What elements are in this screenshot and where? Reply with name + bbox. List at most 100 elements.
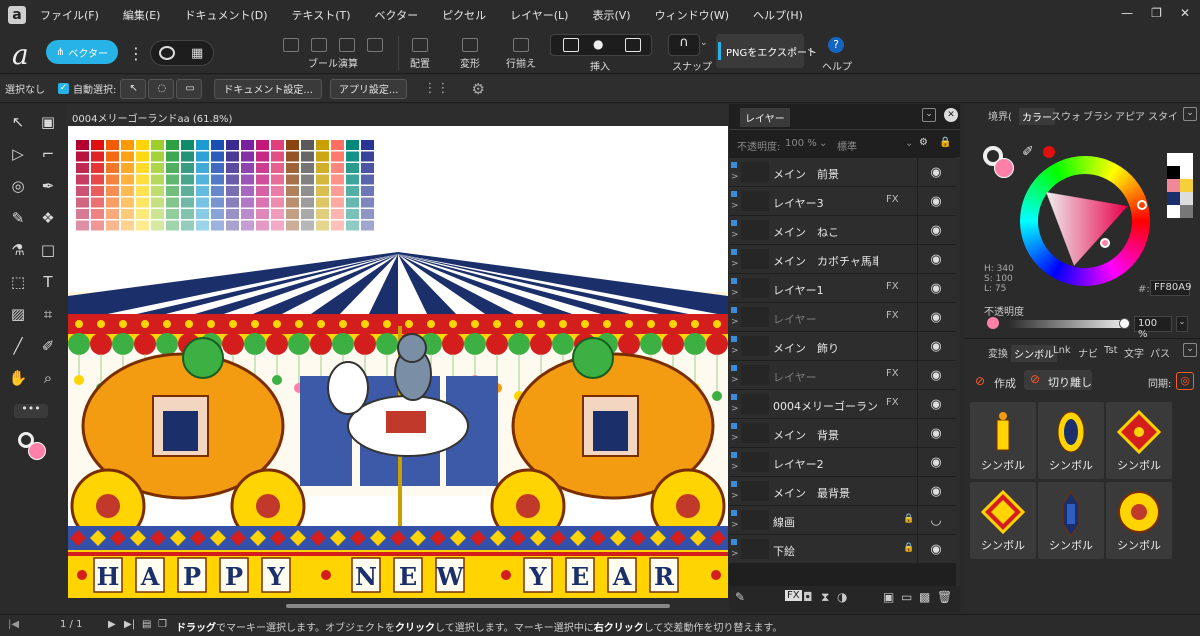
menu-file[interactable]: ファイル(F) bbox=[40, 7, 99, 23]
layer-opacity-dropdown-icon[interactable]: ⌄ bbox=[819, 138, 827, 149]
tab-text[interactable]: 文字 bbox=[1124, 345, 1144, 360]
visibility-eye-icon[interactable]: ◉ bbox=[917, 477, 954, 506]
symbol-item[interactable]: シンボル bbox=[1038, 402, 1104, 479]
tab-brushes[interactable]: ブラシ bbox=[1083, 108, 1113, 123]
pen-tool-icon[interactable]: ✒ bbox=[38, 176, 58, 196]
crop-tool-icon[interactable]: ⌗ bbox=[38, 304, 58, 324]
last-page-icon[interactable]: ▶| bbox=[124, 619, 135, 630]
layer-row[interactable]: > メイン 前景 ◉ bbox=[729, 158, 956, 187]
layers-scrollbar[interactable] bbox=[956, 157, 960, 587]
point-transform-icon[interactable]: ◎ bbox=[8, 176, 28, 196]
layer-row[interactable]: > レイヤー FX ◉ bbox=[729, 303, 956, 332]
menu-view[interactable]: 表示(V) bbox=[592, 7, 630, 23]
visibility-eye-icon[interactable]: ◉ bbox=[917, 303, 954, 332]
document-settings-button[interactable]: ドキュメント設定... bbox=[214, 78, 322, 99]
layer-row[interactable]: > メイン 最背景 ◉ bbox=[729, 477, 956, 506]
fill-color-swatch[interactable] bbox=[28, 442, 46, 460]
minimize-button[interactable]: — bbox=[1121, 6, 1133, 20]
swatch[interactable] bbox=[1167, 166, 1180, 179]
tab-layers[interactable]: レイヤー bbox=[740, 108, 790, 127]
hourglass-icon[interactable]: ⧗ bbox=[821, 590, 829, 605]
menu-text[interactable]: テキスト(T) bbox=[292, 7, 351, 23]
opacity-dropdown-icon[interactable]: ⌄ bbox=[1176, 316, 1188, 332]
corner-tool-icon[interactable]: ⌐ bbox=[38, 144, 58, 164]
move-tool-icon[interactable]: ↖ bbox=[8, 112, 28, 132]
menu-edit[interactable]: 編集(E) bbox=[123, 7, 161, 23]
menu-layer[interactable]: レイヤー(L) bbox=[510, 7, 568, 23]
sync-toggle-icon[interactable]: ◎ bbox=[1176, 372, 1194, 390]
saturation-marker[interactable] bbox=[1100, 238, 1110, 248]
layers-collapse-icon[interactable]: ⌄ bbox=[922, 108, 936, 122]
layer-fx-badge[interactable]: FX bbox=[886, 310, 899, 321]
export-persona-icon[interactable]: ▦ bbox=[191, 46, 203, 61]
blend-mode-select[interactable]: 標準 bbox=[837, 138, 857, 153]
artboard-tool-icon[interactable]: ▣ bbox=[38, 112, 58, 132]
menu-pixel[interactable]: ピクセル bbox=[442, 7, 486, 23]
pages-panel-icon[interactable]: ❐ bbox=[158, 619, 167, 630]
expand-chevron-icon[interactable]: > bbox=[731, 346, 739, 356]
layer-opacity-value[interactable]: 100 % bbox=[785, 138, 817, 149]
swatch[interactable] bbox=[1167, 153, 1180, 166]
visibility-eye-icon[interactable]: ◉ bbox=[917, 390, 954, 419]
export-png-button[interactable]: PNGをエクスポート bbox=[716, 34, 817, 68]
persona-logo-icon[interactable]: a bbox=[12, 38, 29, 71]
trash-icon[interactable]: 🗑 bbox=[937, 590, 952, 604]
insert-top-icon[interactable]: ● bbox=[593, 37, 603, 51]
lock-icon[interactable]: 🔒 bbox=[939, 137, 951, 148]
select-mode-artboard-icon[interactable]: ▭ bbox=[176, 78, 203, 99]
fx-button[interactable]: FX bbox=[785, 590, 802, 601]
layer-row[interactable]: >0004メリーゴーランドa... FX ◉ bbox=[729, 390, 956, 419]
tab-boundary[interactable]: 境界( bbox=[988, 108, 1012, 123]
visibility-eye-icon[interactable]: ◉ bbox=[917, 535, 954, 564]
boolean-ops-button[interactable]: ブール演算 bbox=[283, 38, 383, 70]
visibility-eye-icon[interactable]: ◉ bbox=[917, 216, 954, 245]
tab-paths[interactable]: パス bbox=[1150, 345, 1170, 360]
symbol-item[interactable]: シンボル bbox=[970, 402, 1036, 479]
layer-settings-icon[interactable]: ⚙ bbox=[919, 137, 928, 148]
tab-navigator[interactable]: ナビ bbox=[1078, 345, 1098, 360]
first-page-icon[interactable]: |◀ bbox=[8, 619, 19, 630]
gradient-tool-icon[interactable]: ╱ bbox=[8, 336, 28, 356]
expand-chevron-icon[interactable]: > bbox=[731, 520, 739, 530]
pencil-tool-icon[interactable]: ✎ bbox=[8, 208, 28, 228]
more-menu-icon[interactable]: ⋮ bbox=[128, 44, 144, 63]
opacity-slider-handle[interactable] bbox=[1119, 318, 1130, 329]
folder-icon[interactable]: ▭ bbox=[901, 590, 912, 604]
layer-row[interactable]: > レイヤー FX ◉ bbox=[729, 361, 956, 390]
app-logo[interactable]: a bbox=[8, 6, 26, 24]
next-page-icon[interactable]: ▶ bbox=[108, 619, 116, 630]
tab-swatches[interactable]: スウォ bbox=[1051, 108, 1081, 123]
symbol-item[interactable]: シンボル bbox=[1106, 402, 1172, 479]
transform-button[interactable]: 変形 bbox=[460, 38, 480, 70]
more-tools-icon[interactable]: ••• bbox=[14, 403, 48, 418]
tab-test[interactable]: Tst bbox=[1104, 345, 1118, 356]
expand-chevron-icon[interactable]: > bbox=[731, 433, 739, 443]
expand-chevron-icon[interactable]: > bbox=[731, 288, 739, 298]
opacity-slider[interactable] bbox=[1008, 320, 1126, 328]
page-list-icon[interactable]: ▤ bbox=[142, 619, 151, 630]
text-tool-icon[interactable]: T bbox=[38, 272, 58, 292]
hue-marker[interactable] bbox=[1137, 200, 1147, 210]
tab-links[interactable]: Lnk bbox=[1053, 345, 1071, 356]
brush-tool-icon[interactable]: ❖ bbox=[38, 208, 58, 228]
insert-inside-icon[interactable] bbox=[563, 38, 579, 52]
swatch[interactable] bbox=[1180, 166, 1193, 179]
visibility-eye-icon[interactable]: ◉ bbox=[917, 245, 954, 274]
layer-row[interactable]: > レイヤー1 FX ◉ bbox=[729, 274, 956, 303]
swatch[interactable] bbox=[1167, 192, 1180, 205]
tab-appearance[interactable]: アピア bbox=[1115, 108, 1145, 123]
rectangle-tool-icon[interactable]: □ bbox=[38, 240, 58, 260]
document-tab[interactable]: 0004メリーゴーランドaa (61.8%) bbox=[66, 104, 728, 126]
color-triangle[interactable] bbox=[1038, 174, 1132, 268]
symbol-item[interactable]: シンボル bbox=[1038, 482, 1104, 559]
create-symbol-button[interactable]: 作成 bbox=[994, 375, 1016, 391]
expand-chevron-icon[interactable]: > bbox=[731, 230, 739, 240]
hand-tool-icon[interactable]: ✋ bbox=[8, 368, 28, 388]
mask-icon[interactable]: ◘ bbox=[803, 590, 813, 604]
restore-button[interactable]: ❐ bbox=[1151, 6, 1162, 20]
layers-close-icon[interactable]: ✕ bbox=[944, 108, 958, 122]
expand-chevron-icon[interactable]: > bbox=[731, 317, 739, 327]
layer-row[interactable]: > メイン 飾り ◉ bbox=[729, 332, 956, 361]
menu-vector[interactable]: ベクター bbox=[375, 7, 419, 23]
zoom-tool-icon[interactable]: ⌕ bbox=[38, 368, 58, 388]
